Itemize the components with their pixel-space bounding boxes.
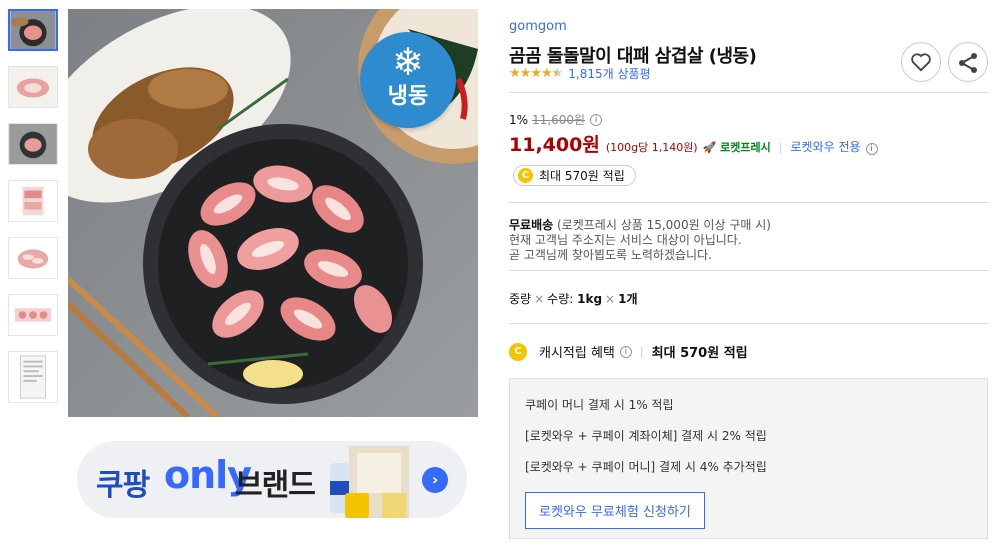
review-count-link[interactable]: 1,815개 상품평	[568, 65, 650, 82]
benefit-line-3: [로켓와우 + 쿠페이 머니] 결제 시 4% 추가적립	[525, 460, 767, 474]
snowflake-icon: ❄	[392, 40, 424, 84]
banner-text-coupang: 쿠팡	[96, 468, 150, 503]
divider	[509, 323, 989, 324]
shipping-label: 무료배송	[509, 218, 554, 232]
share-button[interactable]	[948, 42, 988, 82]
heart-icon	[911, 53, 931, 72]
shipping-condition: (로켓프레시 상품 15,000원 이상 구매 시)	[557, 218, 771, 232]
rocket-wow-trial-button[interactable]: 로켓와우 무료체험 신청하기	[525, 492, 705, 529]
thumbnail-5[interactable]	[8, 237, 58, 279]
shipping-info: 무료배송 (로켓프레시 상품 15,000원 이상 구매 시) 현재 고객님 주…	[509, 218, 771, 263]
thumbnail-3[interactable]	[8, 123, 58, 165]
option-summary: 중량 × 수량: 1kg × 1개	[509, 292, 638, 306]
rocket-fresh-label: 로켓프레시	[720, 141, 771, 154]
thumbnail-7[interactable]	[8, 351, 58, 403]
rating-stars: ★★★★★	[509, 66, 563, 81]
divider	[509, 92, 989, 93]
discount-row: 1% 11,600원 i	[509, 111, 603, 128]
banner-products-image	[330, 446, 409, 518]
thumbnail-2[interactable]	[8, 66, 58, 108]
benefit-line-2: [로켓와우 + 쿠페이 계좌이체] 결제 시 2% 적립	[525, 429, 767, 443]
divider	[509, 202, 989, 203]
discount-rate: 1%	[509, 112, 529, 127]
rating-row: ★★★★★ 1,815개 상품평	[509, 65, 651, 82]
coin-icon: C	[518, 168, 533, 183]
frozen-badge-label: 냉동	[387, 84, 429, 109]
wishlist-button[interactable]	[901, 42, 941, 82]
points-pill-label: 최대 570원 적립	[539, 169, 625, 183]
cash-benefit-label: 캐시적립 혜택	[539, 346, 615, 361]
share-icon	[959, 53, 977, 73]
separator: |	[639, 345, 644, 358]
cash-benefit-row: C 캐시적립 혜택 i | 최대 570원 적립	[509, 342, 748, 361]
rocket-fresh-badge: 🚀 로켓프레시	[703, 139, 771, 155]
original-price: 11,600원	[532, 113, 586, 127]
rocket-icon: 🚀	[702, 141, 717, 154]
coin-icon: C	[509, 342, 527, 361]
info-icon[interactable]: i	[865, 143, 878, 155]
sale-price: 11,400원	[509, 134, 600, 156]
divider	[509, 270, 989, 271]
unit-price: (100g당 1,140원)	[605, 141, 698, 154]
option-weight-value: 1kg	[577, 292, 603, 306]
thumbnail-list	[8, 9, 58, 418]
main-product-image[interactable]: ❄ 냉동	[68, 9, 478, 417]
thumbnail-4[interactable]	[8, 180, 58, 222]
banner-text-brand: 브랜드	[235, 468, 316, 503]
shipping-notice-1: 현재 고객님 주소지는 서비스 대상이 아닙니다.	[509, 233, 742, 247]
benefit-line-1: 쿠페이 머니 결제 시 1% 적립	[525, 398, 674, 412]
brand-link[interactable]: gomgom	[509, 19, 567, 34]
option-quantity-value: 1개	[618, 292, 638, 306]
banner-arrow-icon[interactable]: ›	[422, 467, 448, 493]
cash-benefit-max: 최대 570원 적립	[651, 346, 748, 361]
benefit-box: 쿠페이 머니 결제 시 1% 적립 [로켓와우 + 쿠페이 계좌이체] 결제 시…	[509, 378, 988, 539]
price-row: 11,400원 (100g당 1,140원) 🚀 로켓프레시 | 로켓와우 전용…	[509, 130, 878, 157]
frozen-badge: ❄ 냉동	[360, 32, 456, 128]
thumbnail-6[interactable]	[8, 294, 58, 336]
coupang-only-brand-banner[interactable]: 쿠팡 only 브랜드 ›	[77, 441, 467, 518]
info-icon[interactable]: i	[590, 113, 603, 126]
option-weight-label: 중량	[509, 292, 532, 306]
info-icon[interactable]: i	[619, 345, 632, 358]
points-pill: C 최대 570원 적립	[513, 165, 636, 186]
option-quantity-label: 수량	[547, 292, 570, 306]
shipping-notice-2: 곧 고객님께 찾아뵙도록 노력하겠습니다.	[509, 248, 712, 262]
separator: |	[778, 141, 783, 154]
thumbnail-1[interactable]	[8, 9, 58, 51]
rocket-wow-only: 로켓와우 전용	[790, 140, 861, 154]
